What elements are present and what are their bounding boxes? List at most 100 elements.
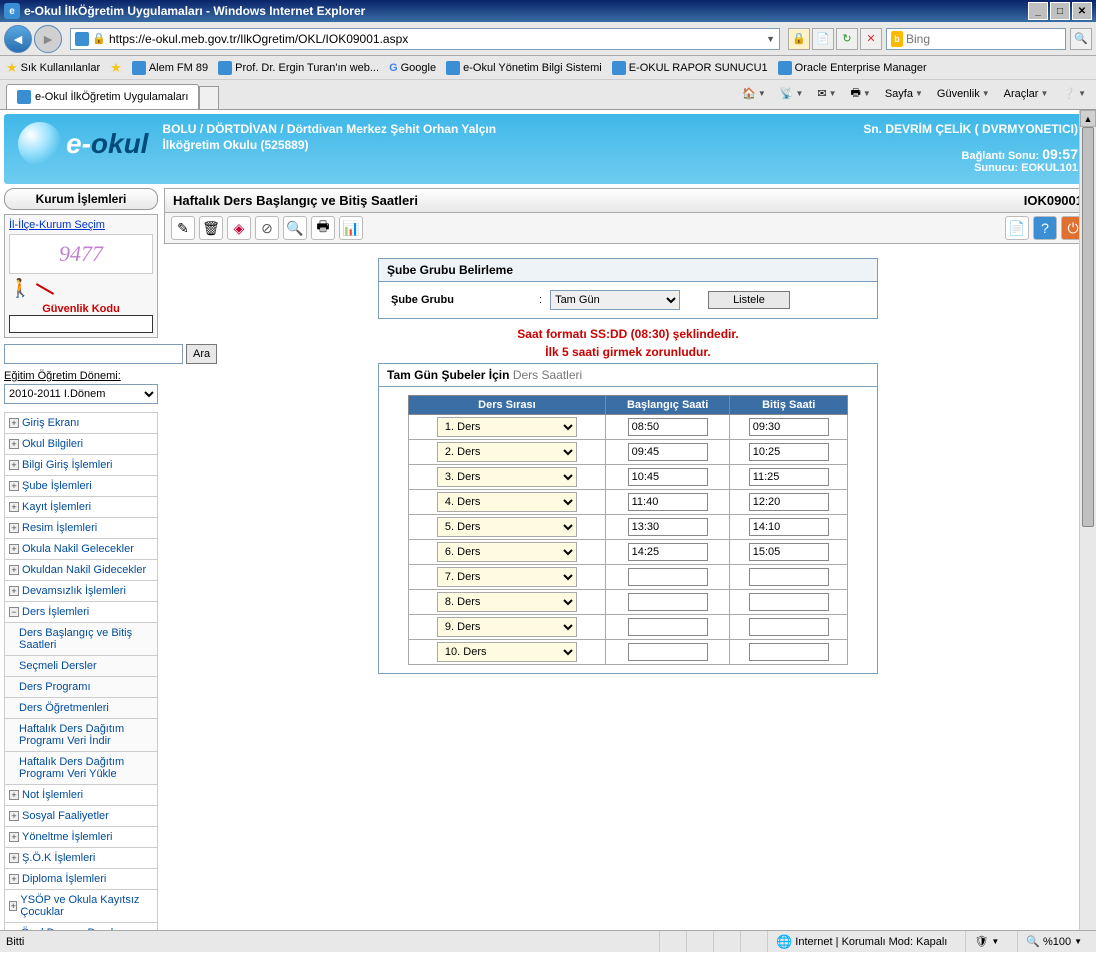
favorites-button[interactable]: ★Sık Kullanılanlar [6,60,100,76]
search-input[interactable] [906,32,1061,46]
nav-item[interactable]: Ders Başlangıç ve Bitiş Saatleri [5,623,157,656]
nav-item[interactable]: +Giriş Ekranı [5,413,157,434]
browser-tab[interactable]: e-Okul İlkÖğretim Uygulamaları [6,84,199,109]
expand-icon[interactable]: + [9,586,19,596]
end-time-input[interactable] [749,493,829,511]
search-tool-button[interactable]: 🔍 [283,216,307,240]
tools-menu[interactable]: Araçlar▼ [1000,86,1053,102]
group-select[interactable]: Tam Gün [550,290,680,310]
security-code-input[interactable] [9,315,153,333]
report-button[interactable]: 📄 [1005,216,1029,240]
fav-item-4[interactable]: E-OKUL RAPOR SUNUCU1 [612,61,768,75]
cancel-button[interactable]: ⊘ [255,216,279,240]
url-dropdown-icon[interactable]: ▼ [766,34,775,44]
expand-icon[interactable]: + [9,481,19,491]
end-time-input[interactable] [749,518,829,536]
nav-item[interactable]: Haftalık Ders Dağıtım Programı Veri İndi… [5,719,157,752]
fav-item-0[interactable]: Alem FM 89 [132,61,208,75]
save-button[interactable]: ◈ [227,216,251,240]
end-time-input[interactable] [749,468,829,486]
feeds-button[interactable]: 📡▼ [776,85,808,102]
start-time-input[interactable] [628,493,708,511]
nav-item[interactable]: +Sosyal Faaliyetler [5,806,157,827]
expand-icon[interactable]: + [9,832,19,842]
order-select[interactable]: 4. Ders [437,492,577,512]
fav-item-1[interactable]: Prof. Dr. Ergin Turan'ın web... [218,61,379,75]
vertical-scrollbar[interactable]: ▲ ▼ [1079,110,1096,952]
back-button[interactable]: ◄ [4,25,32,53]
end-time-input[interactable] [749,643,829,661]
nav-item[interactable]: Haftalık Ders Dağıtım Programı Veri Yükl… [5,752,157,785]
new-tab-button[interactable] [199,86,219,109]
expand-icon[interactable]: + [9,565,19,575]
nav-item[interactable]: Ders Öğretmenleri [5,698,157,719]
fav-item-5[interactable]: Oracle Enterprise Manager [778,61,927,75]
refresh-button[interactable]: ↻ [836,28,858,50]
expand-icon[interactable]: + [9,853,19,863]
safety-menu[interactable]: Güvenlik▼ [933,86,994,102]
end-time-input[interactable] [749,618,829,636]
export-button[interactable]: 📊 [339,216,363,240]
end-time-input[interactable] [749,443,829,461]
scroll-thumb[interactable] [1082,127,1094,527]
nav-item[interactable]: +Resim İşlemleri [5,518,157,539]
page-menu[interactable]: Sayfa▼ [881,86,927,102]
help-tool-button[interactable]: ? [1033,216,1057,240]
expand-icon[interactable]: + [9,901,17,911]
nav-item[interactable]: +Yöneltme İşlemleri [5,827,157,848]
search-button[interactable]: 🔍 [1070,28,1092,50]
mail-button[interactable]: ✉▼ [813,85,840,102]
nav-item[interactable]: +Devamsızlık İşlemleri [5,581,157,602]
expand-icon[interactable]: + [9,460,19,470]
expand-icon[interactable]: + [9,418,19,428]
ssl-lock-button[interactable]: 🔒 [788,28,810,50]
forward-button[interactable]: ► [34,25,62,53]
protected-mode-cell[interactable]: 🛡▼ [965,931,1007,952]
expand-icon[interactable]: + [9,544,19,554]
stop-button[interactable]: ✕ [860,28,882,50]
start-time-input[interactable] [628,443,708,461]
home-button[interactable]: 🏠▼ [738,85,770,102]
expand-icon[interactable]: + [9,790,19,800]
start-time-input[interactable] [628,543,708,561]
order-select[interactable]: 6. Ders [437,542,577,562]
nav-item[interactable]: +YSÖP ve Okula Kayıtsız Çocuklar [5,890,157,923]
fav-item-3[interactable]: e-Okul Yönetim Bilgi Sistemi [446,61,602,75]
order-select[interactable]: 1. Ders [437,417,577,437]
url-input[interactable] [109,32,766,46]
delete-button[interactable]: 🗑 [199,216,223,240]
start-time-input[interactable] [628,468,708,486]
expand-icon[interactable]: + [9,874,19,884]
compat-view-button[interactable]: 📄 [812,28,834,50]
nav-item[interactable]: +Diploma İşlemleri [5,869,157,890]
nav-item[interactable]: +Okul Bilgileri [5,434,157,455]
nav-item[interactable]: +Kayıt İşlemleri [5,497,157,518]
nav-item[interactable]: +Okuldan Nakil Gidecekler [5,560,157,581]
region-select-link[interactable]: İl-İlçe-Kurum Seçim [9,219,153,231]
order-select[interactable]: 8. Ders [437,592,577,612]
new-button[interactable]: ✎ [171,216,195,240]
accessibility-icon[interactable]: 🚶 [9,278,153,299]
nav-item[interactable]: +Not İşlemleri [5,785,157,806]
collapse-icon[interactable]: − [9,607,19,617]
order-select[interactable]: 5. Ders [437,517,577,537]
nav-item[interactable]: +Şube İşlemleri [5,476,157,497]
nav-item[interactable]: Ders Programı [5,677,157,698]
start-time-input[interactable] [628,643,708,661]
start-time-input[interactable] [628,618,708,636]
start-time-input[interactable] [628,593,708,611]
print-button[interactable]: 🖶▼ [847,82,875,105]
search-box[interactable]: b [886,28,1066,50]
minimize-button[interactable]: _ [1028,2,1048,20]
help-button[interactable]: ❔▼ [1058,85,1090,102]
expand-icon[interactable]: + [9,439,19,449]
term-select[interactable]: 2010-2011 I.Dönem [4,384,158,404]
maximize-button[interactable]: □ [1050,2,1070,20]
expand-icon[interactable]: + [9,502,19,512]
nav-item[interactable]: +Bilgi Giriş İşlemleri [5,455,157,476]
order-select[interactable]: 9. Ders [437,617,577,637]
expand-icon[interactable]: + [9,523,19,533]
start-time-input[interactable] [628,568,708,586]
zoom-cell[interactable]: 🔍%100 ▼ [1017,931,1090,952]
nav-item[interactable]: +Okula Nakil Gelecekler [5,539,157,560]
